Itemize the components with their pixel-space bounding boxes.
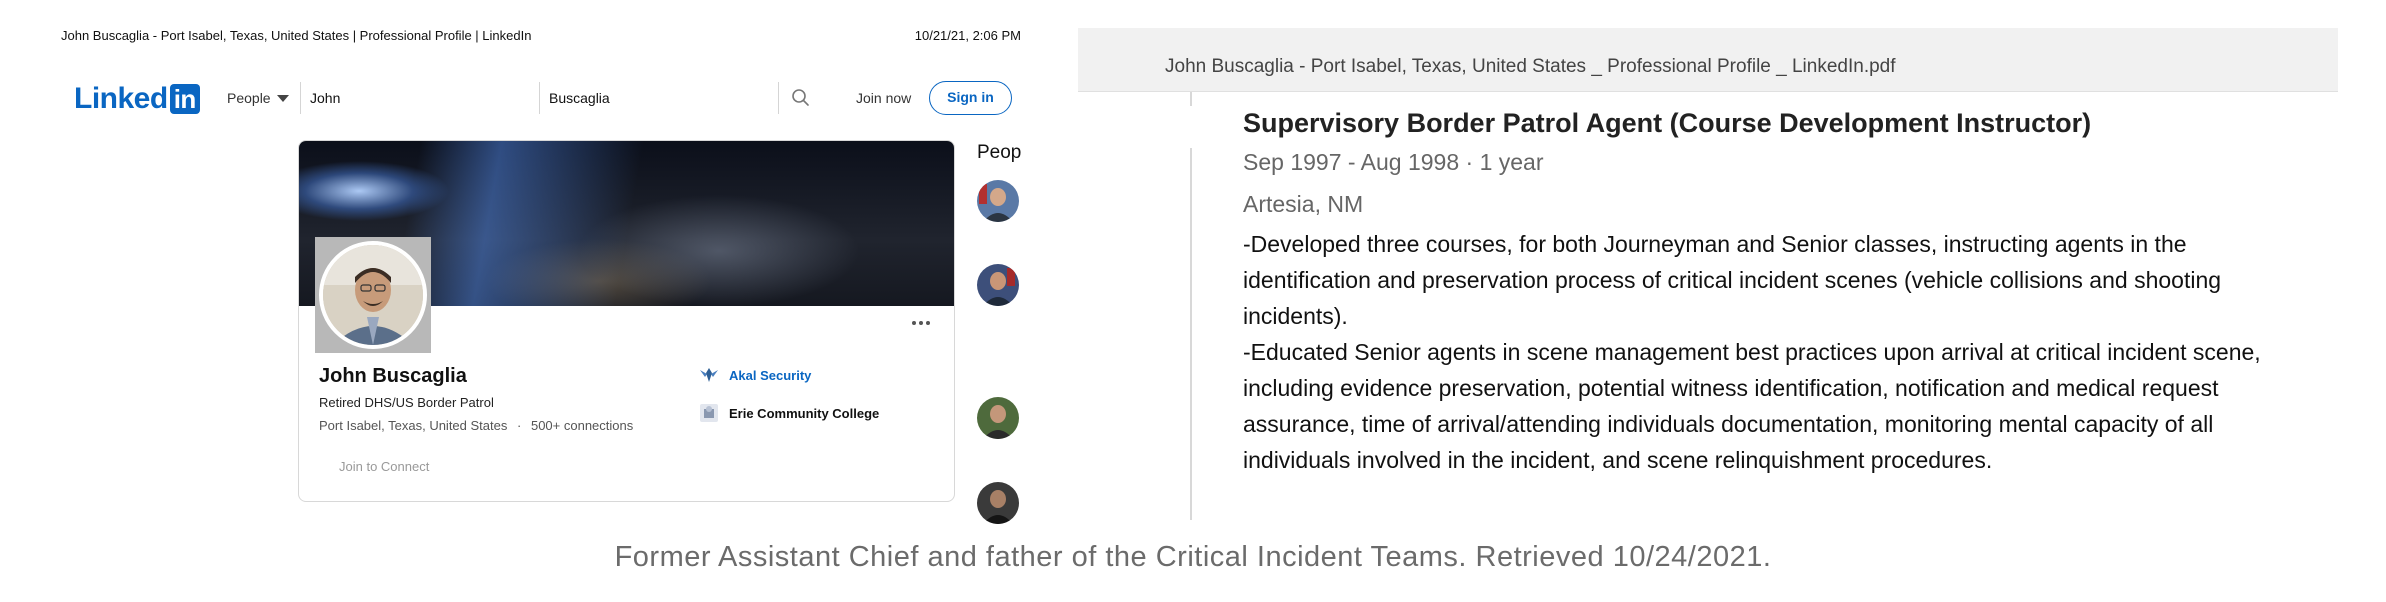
avatar[interactable] xyxy=(319,241,427,349)
linkedin-logo-text: Linked xyxy=(74,82,168,115)
join-to-connect-button[interactable]: Join to Connect xyxy=(339,459,429,474)
people-dropdown-label: People xyxy=(227,90,271,106)
current-company-link[interactable]: Akal Security xyxy=(729,368,811,383)
search-icon xyxy=(792,89,809,106)
nav-divider xyxy=(300,82,301,114)
screenshot-root: John Buscaglia - Port Isabel, Texas, Uni… xyxy=(0,0,2386,602)
nav-divider xyxy=(539,82,540,114)
profile-location-line: Port Isabel, Texas, United States · 500+… xyxy=(319,418,633,433)
education-row[interactable]: Erie Community College xyxy=(699,403,879,423)
school-logo-icon xyxy=(700,404,718,422)
first-name-input[interactable] xyxy=(310,84,540,112)
job-description-paragraph: -Developed three courses, for both Journ… xyxy=(1243,231,2222,329)
job-location: Artesia, NM xyxy=(1243,191,1364,217)
more-options-button[interactable] xyxy=(906,313,936,333)
job-title: Supervisory Border Patrol Agent (Course … xyxy=(1243,108,2092,138)
nav-divider xyxy=(778,82,779,114)
last-name-input[interactable] xyxy=(549,84,779,112)
job-dates: Sep 1997 - Aug 1998 · 1 year xyxy=(1243,149,1544,175)
print-header: John Buscaglia - Port Isabel, Texas, Uni… xyxy=(61,28,1021,43)
sign-in-button[interactable]: Sign in xyxy=(929,81,1012,115)
print-page-title: John Buscaglia - Port Isabel, Texas, Uni… xyxy=(61,28,532,43)
chevron-down-icon xyxy=(276,94,289,102)
image-caption: Former Assistant Chief and father of the… xyxy=(614,541,1772,573)
people-dropdown[interactable]: People xyxy=(227,90,289,106)
profile-headline: Retired DHS/US Border Patrol xyxy=(319,395,494,410)
pdf-margin-rule xyxy=(1190,92,1192,106)
more-dots-icon xyxy=(912,321,930,325)
current-company-row[interactable]: Akal Security xyxy=(699,365,811,385)
separator-dot: · xyxy=(517,418,522,433)
connection-count: 500+ connections xyxy=(530,418,634,433)
print-timestamp: 10/21/21, 2:06 PM xyxy=(914,28,1021,43)
akal-security-logo-icon xyxy=(700,368,718,382)
pdf-margin-rule xyxy=(1190,148,1192,520)
suggested-profile-avatar[interactable] xyxy=(977,264,1019,306)
profile-card: John Buscaglia Retired DHS/US Border Pat… xyxy=(298,140,955,502)
suggested-profile-avatar[interactable] xyxy=(977,482,1019,524)
search-button[interactable] xyxy=(787,84,815,112)
linkedin-nav-bar: Linkedin People Join now Sign in xyxy=(72,78,1017,118)
linkedin-logo-in: in xyxy=(169,84,200,114)
people-also-viewed-heading: Peop xyxy=(977,142,1022,163)
avatar-frame xyxy=(315,237,431,353)
pdf-filename: John Buscaglia - Port Isabel, Texas, Uni… xyxy=(1165,56,1896,77)
profile-name: John Buscaglia xyxy=(319,365,467,387)
suggested-profile-avatar[interactable] xyxy=(977,180,1019,222)
avatar-photo xyxy=(323,245,423,345)
job-description: -Developed three courses, for both Journ… xyxy=(1243,226,2263,478)
education-name[interactable]: Erie Community College xyxy=(729,406,879,421)
join-now-link[interactable]: Join now xyxy=(856,90,911,106)
job-description-paragraph: -Educated Senior agents in scene managem… xyxy=(1243,339,2261,473)
suggested-profile-avatar[interactable] xyxy=(977,397,1019,439)
profile-location: Port Isabel, Texas, United States xyxy=(319,418,508,433)
linkedin-logo[interactable]: Linked in xyxy=(74,82,200,116)
